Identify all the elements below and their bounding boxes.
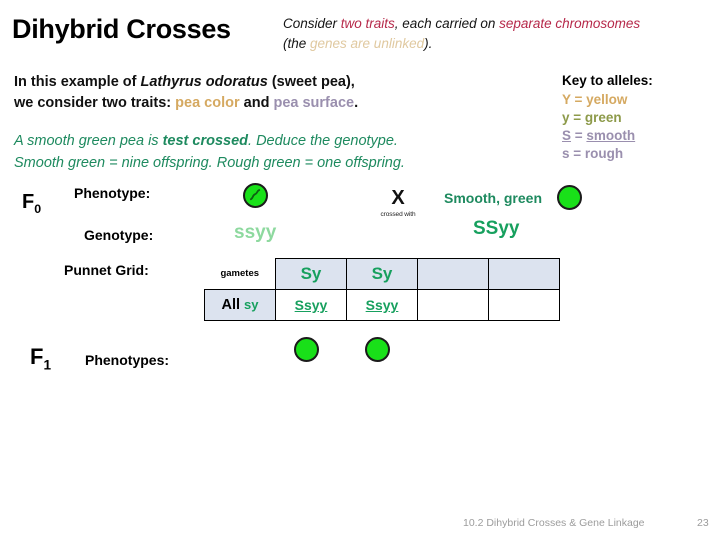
punnett-body-row: All sy Ssyy Ssyy (204, 289, 560, 321)
pea-smooth-green-icon (557, 185, 582, 210)
generation-label-f1: F1 (30, 344, 51, 372)
offspring-pea-smooth-green-icon-2 (365, 337, 390, 362)
parent-left-genotype: ssyy (234, 222, 277, 243)
punnett-cell-4[interactable] (488, 289, 560, 321)
f1-letter: F (30, 344, 44, 369)
cross-caption: crossed with (380, 211, 416, 218)
key-row-s: s = rough (562, 145, 653, 163)
trait-pea-color: pea color (175, 95, 240, 112)
punnett-col-header-2[interactable]: Sy (346, 258, 418, 290)
key-equals-y: = (569, 109, 585, 125)
footer-title: 10.2 Dihybrid Crosses & Gene Linkage (463, 517, 645, 529)
pea-rough-green-icon (243, 183, 268, 208)
punnett-col-header-3[interactable] (417, 258, 489, 290)
label-genotype: Genotype: (84, 227, 154, 243)
punnett-col-header-4[interactable] (488, 258, 560, 290)
parent-right-phenotype-label: Smooth, green (444, 190, 543, 206)
punnett-cell-2[interactable]: Ssyy (346, 289, 418, 321)
punnett-header-row: gametes Sy Sy (205, 258, 560, 290)
key-trait-yellow: yellow (586, 91, 628, 107)
key-allele-S: S (562, 127, 572, 143)
f1-subscript: 1 (43, 357, 52, 373)
f0-subscript: 0 (34, 202, 42, 216)
label-phenotypes: Phenotypes: (85, 352, 170, 368)
intro-part-3: (the (283, 35, 311, 51)
intro-muted-unlinked: genes are unlinked (310, 35, 425, 51)
species-name: Lathyrus odoratus (140, 74, 268, 90)
key-equals-s: = (569, 145, 585, 161)
key-allele-Y: Y (562, 91, 571, 107)
intro-statement: Consider two traits, each carried on sep… (283, 14, 653, 53)
intro-part-2: , each carried on (394, 16, 500, 31)
trait-pea-surface: pea surface (273, 95, 355, 112)
offspring-pea-smooth-green-icon-1 (294, 337, 319, 362)
intro-highlight-two-traits: two traits (340, 16, 395, 31)
key-title: Key to alleles: (562, 73, 653, 88)
intro-highlight-separate-chromosomes: separate chromosomes (499, 16, 641, 31)
parent-right-genotype: SSyy (473, 218, 520, 239)
punnett-cell-1-text: Ssyy (294, 297, 328, 313)
key-row-Y: Y = yellow (562, 91, 653, 109)
key-row-S: S = smooth (562, 127, 653, 145)
footer-page-number: 23 (697, 517, 709, 529)
punnett-row-header[interactable]: All sy (204, 289, 276, 321)
page-title: Dihybrid Crosses (12, 14, 231, 44)
punnett-cell-2-text: Ssyy (365, 297, 399, 313)
slide-canvas: Dihybrid Crosses Consider two traits, ea… (0, 0, 720, 540)
cross-x-glyph: X (391, 187, 405, 209)
punnett-cell-3[interactable] (417, 289, 489, 321)
punnett-corner-gametes: gametes (220, 268, 260, 280)
key-trait-smooth: smooth (586, 127, 636, 143)
body-line2-suffix: . (354, 95, 359, 112)
body-line2-prefix: we consider two traits: (14, 95, 176, 112)
label-punnet-grid: Punnet Grid: (64, 262, 149, 278)
key-trait-rough: rough (584, 145, 624, 161)
body-line2-mid: and (239, 95, 274, 112)
label-phenotype: Phenotype: (74, 185, 151, 201)
key-to-alleles: Key to alleles: Y = yellow y = green S =… (562, 72, 653, 163)
punnett-row-header-allele: sy (244, 297, 259, 312)
body-paragraph: In this example of Lathyrus odoratus (sw… (14, 72, 444, 114)
punnett-row-header-prefix: All (221, 297, 245, 313)
body-line1-suffix: (sweet pea), (267, 74, 355, 90)
key-row-y: y = green (562, 109, 653, 127)
problem-emphasis-test-crossed: test crossed (162, 133, 249, 149)
key-trait-green: green (584, 109, 622, 125)
intro-part-4: ). (424, 35, 433, 51)
problem-line2: Smooth green = nine offspring. Rough gre… (14, 154, 405, 171)
key-allele-y: y (562, 109, 570, 125)
f0-letter: F (22, 191, 35, 213)
cross-symbol: X crossed with (378, 188, 418, 218)
punnett-grid: gametes Sy Sy All sy Ssyy Ssyy (204, 258, 560, 321)
problem-statement: A smooth green pea is test crossed. Dedu… (14, 131, 474, 175)
problem-line1-suffix: . Deduce the genotype. (248, 133, 398, 149)
key-equals-S: = (571, 127, 587, 143)
problem-line1-prefix: A smooth green pea is (14, 133, 163, 149)
body-line1-prefix: In this example of (14, 74, 141, 90)
key-equals-Y: = (570, 91, 587, 107)
punnett-col-header-1[interactable]: Sy (275, 258, 347, 290)
key-allele-s: s (562, 145, 570, 161)
generation-label-f0: F0 (22, 191, 41, 216)
intro-part-1: Consider (283, 16, 341, 31)
punnett-cell-1[interactable]: Ssyy (275, 289, 347, 321)
